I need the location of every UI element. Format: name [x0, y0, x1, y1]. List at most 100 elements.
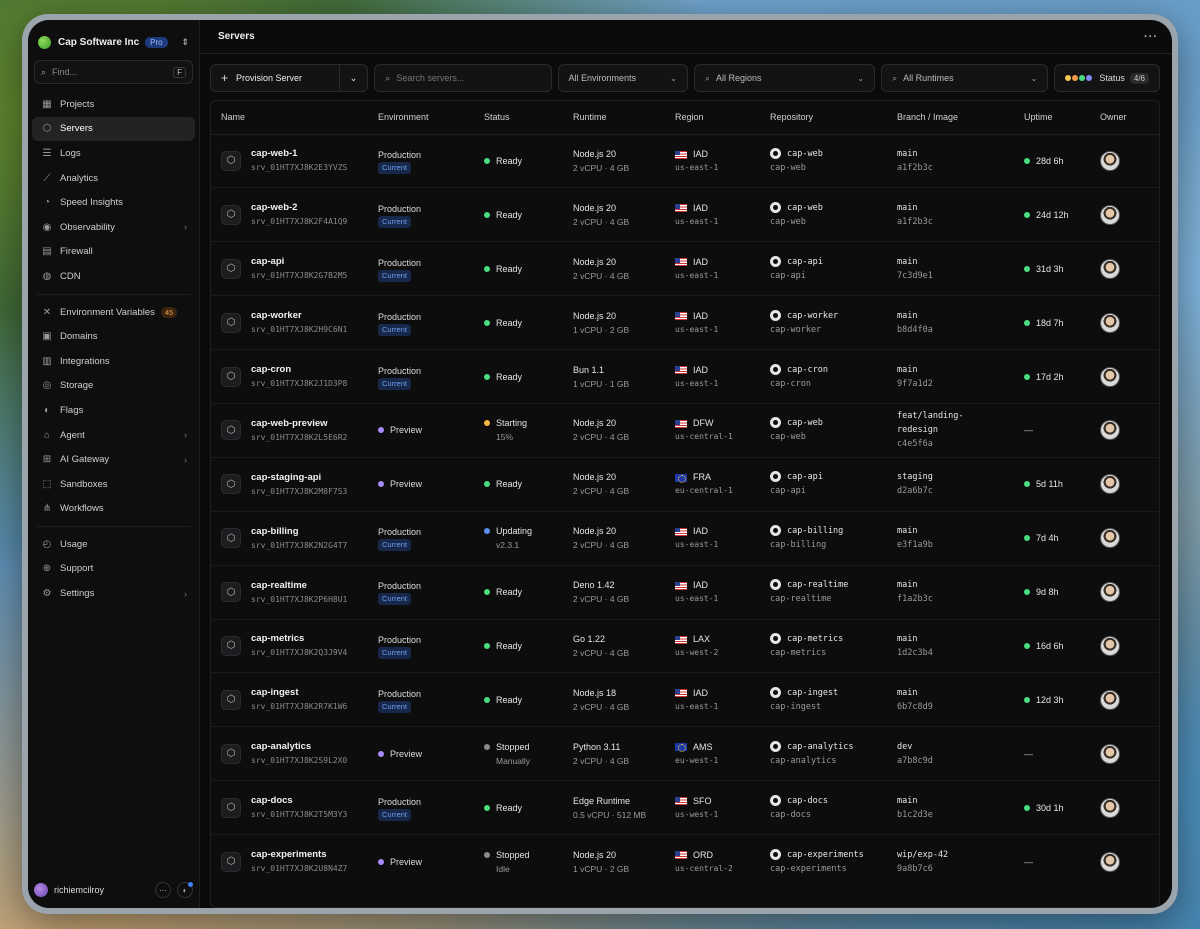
- server-name[interactable]: cap-experiments: [251, 848, 347, 862]
- environment-filter[interactable]: All Environments ⌄: [557, 64, 688, 92]
- server-name[interactable]: cap-worker: [251, 309, 347, 323]
- server-name[interactable]: cap-cron: [251, 363, 347, 377]
- repository-link[interactable]: cap-api: [770, 470, 877, 484]
- table-row[interactable]: ⬡ cap-staging-api srv_01HT7XJ8K2M8F7S3 Prev…: [211, 457, 1159, 512]
- table-row[interactable]: ⬡ cap-metrics srv_01HT7XJ8K2Q3J9V4 Producti…: [211, 619, 1159, 674]
- sidebar-item-support[interactable]: ⊕ Support: [32, 557, 195, 582]
- avatar[interactable]: [1100, 150, 1120, 171]
- sidebar-item-speed-insights[interactable]: ◔ Speed Insights: [32, 190, 195, 215]
- table-row[interactable]: ⬡ cap-web-2 srv_01HT7XJ8K2F4A1Q9 Production…: [211, 187, 1159, 243]
- server-name[interactable]: cap-metrics: [251, 632, 347, 646]
- sidebar-item-settings[interactable]: ⚙ Settings ›: [32, 581, 195, 606]
- table-row[interactable]: ⬡ cap-billing srv_01HT7XJ8K2N2G4T7 Producti…: [211, 511, 1159, 566]
- server-name[interactable]: cap-realtime: [251, 579, 347, 593]
- table-row[interactable]: ⬡ cap-docs srv_01HT7XJ8K2T5M3Y3 Production C…: [211, 780, 1159, 836]
- repository-link[interactable]: cap-web: [770, 201, 877, 215]
- repository-link[interactable]: cap-web: [770, 416, 877, 430]
- repository-link[interactable]: cap-analytics: [770, 740, 877, 754]
- table-row[interactable]: ⬡ cap-cron srv_01HT7XJ8K2J1D3P8 Production C…: [211, 349, 1159, 404]
- column-header-owner[interactable]: Owner: [1090, 101, 1159, 135]
- sidebar-item-observability[interactable]: ◉ Observability ›: [32, 215, 195, 240]
- avatar[interactable]: [1100, 528, 1120, 549]
- avatar[interactable]: [1100, 582, 1120, 603]
- sidebar-item-usage[interactable]: ◴ Usage: [32, 532, 195, 557]
- repository-link[interactable]: cap-web: [770, 147, 877, 161]
- column-header-region[interactable]: Region: [665, 101, 760, 135]
- avatar[interactable]: [1100, 797, 1120, 818]
- avatar[interactable]: [1100, 366, 1120, 387]
- avatar[interactable]: [1100, 204, 1120, 225]
- provision-server-button[interactable]: + Provision Server ⌄: [210, 64, 369, 92]
- avatar[interactable]: [1100, 474, 1120, 495]
- user-menu[interactable]: richiemcilroy ⋯ ◐: [34, 882, 193, 898]
- repository-link[interactable]: cap-api: [770, 255, 877, 269]
- notification-icon[interactable]: ◐: [177, 882, 193, 898]
- sidebar-item-integrations[interactable]: ▥ Integrations: [32, 349, 195, 374]
- repository-link[interactable]: cap-billing: [770, 524, 877, 538]
- runtime-spec: 2 vCPU · 4 GB: [573, 755, 630, 766]
- repository-link[interactable]: cap-cron: [770, 363, 877, 377]
- sidebar-item-environment-variables[interactable]: ✕ Environment Variables 45: [32, 300, 195, 325]
- provision-dropdown-toggle[interactable]: ⌄: [338, 65, 357, 91]
- sidebar-item-agent[interactable]: ⌂ Agent ›: [32, 423, 195, 448]
- repository-link[interactable]: cap-metrics: [770, 632, 877, 646]
- search-input[interactable]: ⌕ Search servers...: [374, 64, 552, 92]
- sidebar-item-domains[interactable]: ▣ Domains: [32, 324, 195, 349]
- table-row[interactable]: ⬡ cap-web-1 srv_01HT7XJ8K2E3YVZS Production…: [211, 134, 1159, 189]
- sidebar-item-storage[interactable]: ◎ Storage: [32, 374, 195, 399]
- repository-link[interactable]: cap-experiments: [770, 848, 877, 862]
- sidebar-item-projects[interactable]: ▦ Projects: [32, 92, 195, 117]
- server-name[interactable]: cap-docs: [251, 794, 347, 808]
- server-name[interactable]: cap-api: [251, 255, 347, 269]
- more-icon[interactable]: ⋯: [155, 882, 171, 898]
- column-header-status[interactable]: Status: [474, 101, 563, 135]
- sidebar-item-cdn[interactable]: ◍ CDN: [32, 264, 195, 289]
- column-header-runtime[interactable]: Runtime: [563, 101, 665, 135]
- server-name[interactable]: cap-web-1: [251, 147, 347, 161]
- cube-icon: ⬡: [221, 150, 241, 171]
- avatar[interactable]: [1100, 420, 1120, 441]
- sidebar-item-ai-gateway[interactable]: ⊞ AI Gateway ›: [32, 447, 195, 472]
- team-switcher[interactable]: Cap Software Inc Pro ⇕: [32, 26, 195, 58]
- find-input[interactable]: ⌕ Find... F: [34, 60, 193, 84]
- server-name[interactable]: cap-analytics: [251, 740, 347, 754]
- column-header-branch-image[interactable]: Branch / Image: [887, 101, 1014, 135]
- sidebar-item-analytics[interactable]: ⟋ Analytics: [32, 166, 195, 191]
- region-filter[interactable]: ⌕ All Regions ⌄: [693, 64, 876, 92]
- sidebar-item-logs[interactable]: ☰ Logs: [32, 141, 195, 166]
- server-name[interactable]: cap-web-2: [251, 201, 347, 215]
- table-row[interactable]: ⬡ cap-worker srv_01HT7XJ8K2H9C6N1 Productio…: [211, 295, 1159, 351]
- avatar[interactable]: [1100, 635, 1120, 656]
- avatar[interactable]: [1100, 258, 1120, 279]
- table-row[interactable]: ⬡ cap-analytics srv_01HT7XJ8K2S9L2X0 Previe…: [211, 726, 1159, 782]
- sidebar-item-workflows[interactable]: ⋔ Workflows: [32, 497, 195, 522]
- repository-link[interactable]: cap-docs: [770, 794, 877, 808]
- table-row[interactable]: ⬡ cap-web-preview srv_01HT7XJ8K2L5E6R2 Prev…: [211, 403, 1159, 458]
- column-header-environment[interactable]: Environment: [368, 101, 474, 135]
- avatar[interactable]: [1100, 851, 1120, 872]
- table-row[interactable]: ⬡ cap-experiments srv_01HT7XJ8K2U8N4Z7 Prev…: [211, 835, 1159, 889]
- status-filter[interactable]: Status 4/6: [1054, 64, 1160, 92]
- sidebar-item-flags[interactable]: ◐ Flags: [32, 398, 195, 423]
- avatar[interactable]: [1100, 312, 1120, 333]
- table-row[interactable]: ⬡ cap-api srv_01HT7XJ8K2G7B2M5 Production Cu…: [211, 241, 1159, 297]
- server-name[interactable]: cap-ingest: [251, 686, 347, 700]
- server-name[interactable]: cap-staging-api: [251, 471, 347, 485]
- runtime-filter[interactable]: ⌕ All Runtimes ⌄: [881, 64, 1049, 92]
- column-header-repository[interactable]: Repository: [760, 101, 887, 135]
- repository-link[interactable]: cap-ingest: [770, 686, 877, 700]
- sidebar-item-firewall[interactable]: ▤ Firewall: [32, 240, 195, 265]
- sidebar-item-sandboxes[interactable]: ⬚ Sandboxes: [32, 472, 195, 497]
- avatar[interactable]: [1100, 743, 1120, 764]
- more-options-icon[interactable]: ···: [1144, 31, 1158, 43]
- server-name[interactable]: cap-web-preview: [251, 417, 347, 431]
- sidebar-item-servers[interactable]: ⬡ Servers: [32, 116, 195, 142]
- server-name[interactable]: cap-billing: [251, 525, 347, 539]
- repository-link[interactable]: cap-realtime: [770, 578, 877, 592]
- column-header-name[interactable]: Name: [211, 101, 368, 135]
- table-row[interactable]: ⬡ cap-realtime srv_01HT7XJ8K2P6H8U1 Product…: [211, 565, 1159, 620]
- repository-link[interactable]: cap-worker: [770, 309, 877, 323]
- avatar[interactable]: [1100, 689, 1120, 710]
- column-header-uptime[interactable]: Uptime: [1014, 101, 1090, 135]
- table-row[interactable]: ⬡ cap-ingest srv_01HT7XJ8K2R7K1W6 Productio…: [211, 672, 1159, 728]
